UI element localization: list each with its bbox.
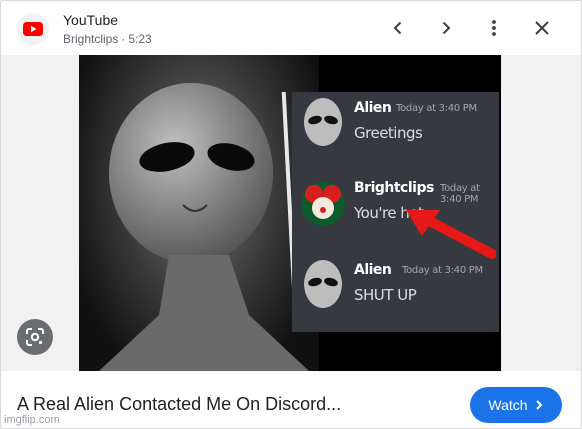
close-button[interactable] <box>527 13 557 43</box>
video-duration: 5:23 <box>128 32 152 46</box>
chevron-right-icon <box>442 21 451 35</box>
red-arrow <box>406 210 496 259</box>
source-name[interactable]: YouTube <box>63 12 118 28</box>
next-button[interactable] <box>431 13 461 43</box>
clown-avatar <box>301 182 345 226</box>
message-timestamp: Today at 3:40 PM <box>440 183 480 205</box>
more-options-button[interactable] <box>479 13 509 43</box>
message-timestamp: Today at 3:40 PM <box>396 103 477 114</box>
youtube-logo-icon <box>17 13 49 45</box>
video-title[interactable]: A Real Alien Contacted Me On Discord... <box>17 394 341 415</box>
message-text: Greetings <box>354 124 423 142</box>
lens-button[interactable] <box>17 319 53 355</box>
video-thumbnail[interactable]: Alien Today at 3:40 PM Greetings Brightc… <box>79 55 501 371</box>
google-lens-icon <box>26 328 44 346</box>
imgflip-watermark: imgflip.com <box>4 414 60 426</box>
alien-avatar <box>304 98 342 146</box>
chevron-right-icon <box>535 400 542 410</box>
viewer-header: YouTube Brightclips · 5:23 <box>1 1 581 55</box>
message-author: Brightclips <box>354 180 434 196</box>
message-timestamp: Today at 3:40 PM <box>402 265 483 276</box>
message-author: Alien <box>354 100 392 116</box>
image-viewer-card: YouTube Brightclips · 5:23 Alien Today a… <box>0 0 582 429</box>
message-text: SHUT UP <box>354 286 417 304</box>
discord-chat: Alien Today at 3:40 PM Greetings Brightc… <box>292 92 499 332</box>
source-meta: Brightclips · 5:23 <box>63 32 152 46</box>
chevron-left-icon <box>393 21 402 35</box>
chat-message: Alien Today at 3:40 PM SHUT UP <box>292 254 499 324</box>
previous-button[interactable] <box>383 13 413 43</box>
alien-avatar <box>304 260 342 308</box>
watch-button[interactable]: Watch <box>470 387 562 423</box>
watch-label: Watch <box>488 397 528 413</box>
meta-separator: · <box>121 32 126 46</box>
message-author: Alien <box>354 262 392 278</box>
close-icon <box>535 21 549 35</box>
media-area: Alien Today at 3:40 PM Greetings Brightc… <box>1 55 581 371</box>
more-vert-icon <box>492 20 496 36</box>
channel-name: Brightclips <box>63 32 119 46</box>
chat-message: Alien Today at 3:40 PM Greetings <box>292 92 499 162</box>
